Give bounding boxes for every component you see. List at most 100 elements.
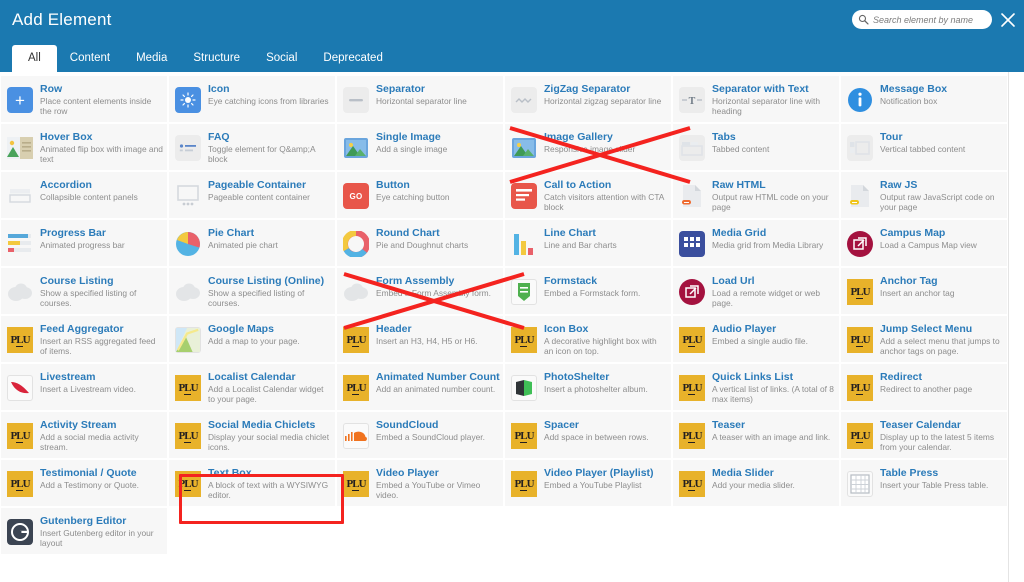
element-card[interactable]: PLUHeaderInsert an H3, H4, H5 or H6. xyxy=(336,315,504,363)
element-card[interactable]: PLUMedia SliderAdd your media slider. xyxy=(672,459,840,507)
element-card-text: Table PressInsert your Table Press table… xyxy=(880,466,1003,490)
cloud-icon xyxy=(343,279,369,305)
element-grid-scroll[interactable]: + RowPlace content elements inside the ro… xyxy=(0,72,1024,582)
element-card-description: Place content elements inside the row xyxy=(40,96,163,116)
element-card[interactable]: Call to ActionCatch visitors attention w… xyxy=(504,171,672,219)
element-card-text: Social Media ChicletsDisplay your social… xyxy=(208,418,331,452)
element-card-text: FAQToggle element for Q&amp;A block xyxy=(208,130,331,164)
element-card[interactable]: PLU Video Player (Playlist)Embed a YouTub… xyxy=(504,459,672,507)
element-card[interactable]: PhotoShelterInsert a photoshelter album. xyxy=(504,363,672,411)
element-card[interactable]: PLUJump Select MenuAdd a select menu tha… xyxy=(840,315,1008,363)
element-card-title: Separator xyxy=(376,83,499,95)
element-card[interactable]: Pageable ContainerPageable content conta… xyxy=(168,171,336,219)
element-card-text: Video Player (Playlist)Embed a YouTube P… xyxy=(544,466,667,490)
element-card[interactable]: SoundCloudEmbed a SoundCloud player. xyxy=(336,411,504,459)
element-card[interactable]: Form AssemblyEmbed a Form Assembly form. xyxy=(336,267,504,315)
element-card[interactable]: PLUSpacerAdd space in between rows. xyxy=(504,411,672,459)
element-card[interactable]: PLUActivity StreamAdd a social media act… xyxy=(0,411,168,459)
tab-social[interactable]: Social xyxy=(253,45,310,72)
element-card[interactable]: PLUTestimonial / QuoteAdd a Testimony or… xyxy=(0,459,168,507)
close-icon[interactable] xyxy=(998,10,1018,30)
element-card-title: SoundCloud xyxy=(376,419,499,431)
element-card-description: Animated pie chart xyxy=(208,240,331,250)
element-card-title: Row xyxy=(40,83,163,95)
element-card-title: Progress Bar xyxy=(40,227,163,239)
element-card[interactable]: PLUAnimated Number CountAdd an animated … xyxy=(336,363,504,411)
search-input[interactable] xyxy=(873,15,989,25)
element-card[interactable]: PLUText BoxA block of text with a WYSIWY… xyxy=(168,459,336,507)
element-card-text: TabsTabbed content xyxy=(712,130,835,154)
element-card[interactable]: + RowPlace content elements inside the ro… xyxy=(0,75,168,123)
element-card[interactable]: ZigZag SeparatorHorizontal zigzag separa… xyxy=(504,75,672,123)
tab-media[interactable]: Media xyxy=(123,45,180,72)
element-card[interactable]: PLUVideo PlayerEmbed a YouTube or Vimeo … xyxy=(336,459,504,507)
element-card[interactable]: PLU Social Media ChicletsDisplay your soc… xyxy=(168,411,336,459)
plus-square-icon: + xyxy=(7,87,33,113)
element-card[interactable]: Pie ChartAnimated pie chart xyxy=(168,219,336,267)
element-card[interactable]: Media GridMedia grid from Media Library xyxy=(672,219,840,267)
element-card-title: Course Listing (Online) xyxy=(208,275,331,287)
element-card[interactable]: PLULocalist CalendarAdd a Localist Calen… xyxy=(168,363,336,411)
search-icon xyxy=(858,14,869,25)
element-card-title: Social Media Chiclets xyxy=(208,419,331,431)
tab-all[interactable]: All xyxy=(12,45,57,72)
element-card-description: Display up to the latest 5 items from yo… xyxy=(880,432,1003,452)
element-card[interactable]: Load UrlLoad a remote widget or web page… xyxy=(672,267,840,315)
element-card[interactable]: Line ChartLine and Bar charts xyxy=(504,219,672,267)
plu-icon: PLU xyxy=(511,471,537,497)
plu-icon: PLU xyxy=(175,375,201,401)
element-card[interactable]: Gutenberg EditorInsert Gutenberg editor … xyxy=(0,507,168,555)
tab-content[interactable]: Content xyxy=(57,45,123,72)
plu-icon: PLU xyxy=(175,423,201,449)
element-card[interactable]: Single ImageAdd a single image xyxy=(336,123,504,171)
element-card[interactable]: TSeparator with TextHorizontal separator… xyxy=(672,75,840,123)
plu-icon: PLU xyxy=(175,471,201,497)
element-card[interactable]: PLUIcon BoxA decorative highlight box wi… xyxy=(504,315,672,363)
element-card[interactable]: LivestreamInsert a Livestream video. xyxy=(0,363,168,411)
tab-structure[interactable]: Structure xyxy=(180,45,253,72)
element-card-text: Video PlayerEmbed a YouTube or Vimeo vid… xyxy=(376,466,499,500)
vertical-scrollbar[interactable] xyxy=(1008,72,1024,582)
element-card[interactable]: Course ListingShow a specified listing o… xyxy=(0,267,168,315)
element-card[interactable]: Image GalleryResponsive image slider xyxy=(504,123,672,171)
element-card[interactable]: IconEye catching icons from libraries xyxy=(168,75,336,123)
element-card[interactable]: SeparatorHorizontal separator line xyxy=(336,75,504,123)
element-card[interactable]: PLUTeaser CalendarDisplay up to the late… xyxy=(840,411,1008,459)
element-card-title: Single Image xyxy=(376,131,499,143)
element-card[interactable]: Google MapsAdd a map to your page. xyxy=(168,315,336,363)
element-card[interactable]: FAQToggle element for Q&amp;A block xyxy=(168,123,336,171)
element-card[interactable]: PLUAudio PlayerEmbed a single audio file… xyxy=(672,315,840,363)
element-card[interactable]: PLURedirectRedirect to another page xyxy=(840,363,1008,411)
element-card[interactable]: Progress BarAnimated progress bar xyxy=(0,219,168,267)
element-card[interactable]: Hover BoxAnimated flip box with image an… xyxy=(0,123,168,171)
element-card[interactable]: TabsTabbed content xyxy=(672,123,840,171)
element-card-description: Insert Gutenberg editor in your layout xyxy=(40,528,163,548)
gallery-icon xyxy=(511,135,537,161)
element-card[interactable]: PLUQuick Links ListA vertical list of li… xyxy=(672,363,840,411)
element-card-title: Image Gallery xyxy=(544,131,667,143)
element-card[interactable]: Raw HTMLOutput raw HTML code on your pag… xyxy=(672,171,840,219)
element-card[interactable]: Message BoxNotification box xyxy=(840,75,1008,123)
element-card[interactable]: FormstackEmbed a Formstack form. xyxy=(504,267,672,315)
progress-bar-icon xyxy=(7,231,33,257)
element-card[interactable]: TourVertical tabbed content xyxy=(840,123,1008,171)
element-card-description: Media grid from Media Library xyxy=(712,240,835,250)
element-card[interactable]: Course Listing (Online)Show a specified … xyxy=(168,267,336,315)
plu-icon: PLU xyxy=(7,423,33,449)
element-card-title: Line Chart xyxy=(544,227,667,239)
sun-icon xyxy=(175,87,201,113)
picture-icon xyxy=(343,135,369,161)
element-card[interactable]: AccordionCollapsible content panels xyxy=(0,171,168,219)
element-card[interactable]: Round ChartPie and Doughnut charts xyxy=(336,219,504,267)
accordion-icon xyxy=(7,183,33,209)
element-card[interactable]: Table PressInsert your Table Press table… xyxy=(840,459,1008,507)
element-card[interactable]: PLUFeed AggregatorInsert an RSS aggregat… xyxy=(0,315,168,363)
element-card[interactable]: Raw JSOutput raw JavaScript code on your… xyxy=(840,171,1008,219)
search-box[interactable] xyxy=(852,10,992,29)
element-card[interactable]: PLUTeaserA teaser with an image and link… xyxy=(672,411,840,459)
element-card[interactable]: GOButtonEye catching button xyxy=(336,171,504,219)
element-card-text: SpacerAdd space in between rows. xyxy=(544,418,667,442)
element-card[interactable]: PLUAnchor TagInsert an anchor tag xyxy=(840,267,1008,315)
tab-deprecated[interactable]: Deprecated xyxy=(310,45,395,72)
element-card[interactable]: Campus MapLoad a Campus Map view xyxy=(840,219,1008,267)
